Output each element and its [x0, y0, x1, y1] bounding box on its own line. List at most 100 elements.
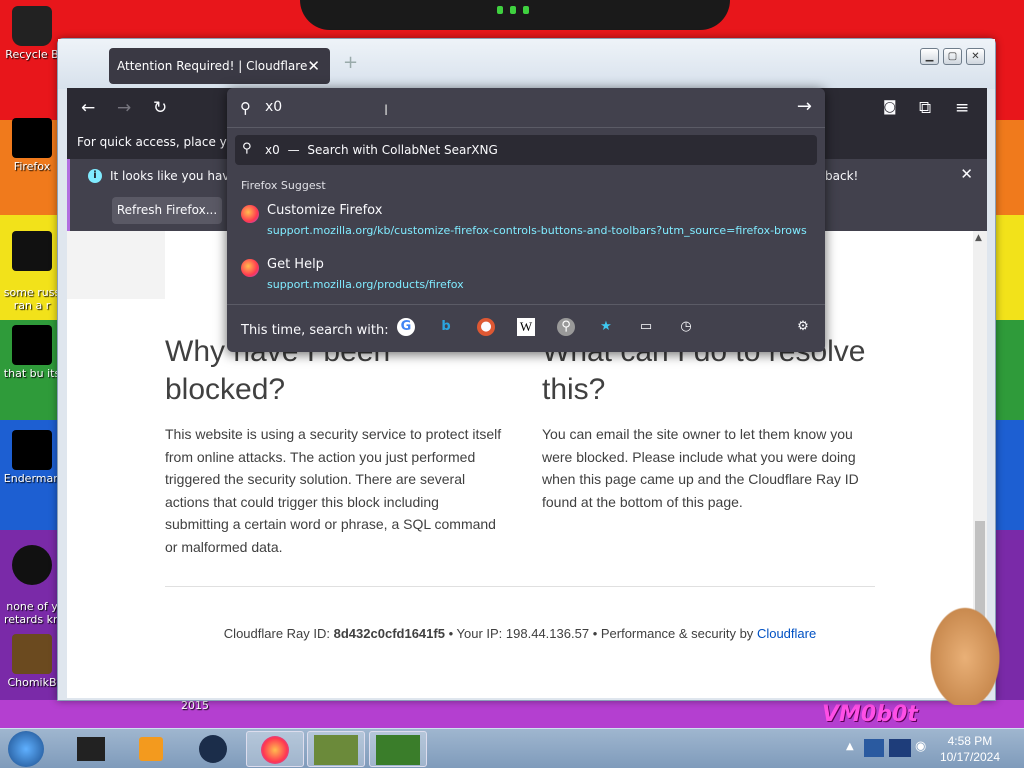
minimize-button[interactable]: ▁	[920, 48, 939, 65]
go-arrow-icon[interactable]: →	[797, 96, 812, 117]
desktop-icon-firefox[interactable]: Firefox	[2, 118, 62, 173]
refresh-firefox-button[interactable]: Refresh Firefox...	[112, 197, 222, 224]
taskbar-chomikbox[interactable]	[307, 731, 365, 767]
pocket-icon[interactable]: ◙	[883, 99, 897, 115]
desktop-icon-label: that bu its	[3, 367, 61, 380]
scroll-up-icon[interactable]: ▲	[975, 233, 982, 243]
firefox-suggest-heading: Firefox Suggest	[241, 179, 326, 192]
firefox-icon	[261, 736, 289, 764]
suggestion-engine: Search with CollabNet SearXNG	[307, 143, 498, 157]
close-window-button[interactable]: ✕	[966, 48, 985, 65]
tray-app-icon[interactable]	[864, 739, 884, 757]
decoration-dot	[510, 6, 516, 14]
url-input[interactable]: x0	[265, 99, 282, 115]
desktop-icon-label: none of y retards kn	[4, 600, 60, 626]
hamster-icon	[314, 735, 358, 765]
search-engine-bar: This time, search with: G b ● W ⚲ ★ ▭ ◷ …	[227, 304, 825, 352]
suggestion-url: support.mozilla.org/products/firefox	[267, 278, 464, 291]
ray-id-label: Cloudflare Ray ID:	[223, 626, 331, 641]
clock-date: 10/17/2024	[939, 750, 1000, 764]
bing-icon[interactable]: b	[437, 318, 455, 336]
recycle-bin-icon	[12, 6, 52, 46]
firefox-icon	[241, 259, 259, 277]
taskbar-firefox[interactable]	[246, 731, 304, 767]
title-bar: Attention Required! | Cloudflare ✕ + ▁ ▢…	[58, 39, 995, 89]
taskbar-app-3[interactable]	[184, 731, 242, 767]
volume-icon[interactable]: ◉	[915, 739, 933, 757]
taskbar-clock[interactable]: 4:58 PM 10/17/2024	[940, 733, 1000, 765]
info-icon: i	[88, 169, 102, 183]
menu-icon[interactable]: ≡	[955, 98, 969, 118]
hamster-icon	[12, 634, 52, 674]
desktop-icon-label: ChomikB	[7, 676, 57, 689]
new-tab-icon[interactable]: +	[343, 52, 358, 73]
desktop-decoration	[300, 0, 730, 30]
settings-icon[interactable]: ⚙	[794, 318, 812, 336]
desktop-icon-label: some russ ran a r	[3, 286, 61, 312]
decoration-dot	[497, 6, 503, 14]
body-resolve: You can email the site owner to let them…	[542, 426, 859, 510]
duckduckgo-icon[interactable]: ●	[477, 318, 495, 336]
search-suggestion-row[interactable]: ⚲ x0 — Search with CollabNet SearXNG	[235, 135, 817, 165]
maximize-button[interactable]: ▢	[943, 48, 962, 65]
desktop-icon-chomikbox[interactable]: ChomikB	[2, 634, 62, 689]
reload-icon[interactable]: ↻	[153, 98, 167, 118]
decoration-dot	[523, 6, 529, 14]
suggestion-title: Get Help	[267, 257, 324, 272]
desktop-icon-opera[interactable]: none of y retards kn	[2, 532, 62, 626]
desktop-icon-folder[interactable]: that bu its	[2, 325, 62, 380]
search-icon: ⚲	[240, 99, 251, 117]
desktop-icon-text-file[interactable]: some russ ran a r	[2, 218, 62, 312]
suggestion-url: support.mozilla.org/kb/customize-firefox…	[267, 224, 807, 237]
tab-title: Attention Required! | Cloudflare	[117, 59, 308, 73]
search-icon: ⚲	[242, 141, 252, 156]
back-icon[interactable]: ←	[81, 98, 95, 118]
suggestion-title: Customize Firefox	[267, 203, 383, 218]
clock-time: 4:58 PM	[947, 734, 993, 748]
media-icon	[139, 737, 163, 761]
bookmarks-icon[interactable]: ★	[597, 318, 615, 336]
desktop-icon-enderman[interactable]: Enderman	[2, 430, 62, 485]
divider	[165, 586, 875, 587]
taskbar-app-1[interactable]	[62, 731, 120, 767]
history-icon[interactable]: ◷	[677, 318, 695, 336]
urlbar-dropdown: ⚲ x0 → ⚲ x0 — Search with CollabNet Sear…	[227, 88, 825, 352]
desktop-icon-recycle-bin[interactable]: Recycle B	[2, 6, 62, 61]
google-icon[interactable]: G	[397, 318, 415, 336]
taskbar-windows-app[interactable]	[369, 731, 427, 767]
cloudflare-link[interactable]: Cloudflare	[757, 626, 816, 641]
searxng-icon[interactable]: ⚲	[557, 318, 575, 336]
network-icon[interactable]	[889, 739, 911, 757]
tab-close-icon[interactable]: ✕	[307, 57, 320, 75]
extensions-icon[interactable]: ⧉	[919, 98, 931, 118]
tab-cloudflare[interactable]: Attention Required! | Cloudflare ✕	[109, 48, 330, 84]
firefox-icon	[12, 118, 52, 158]
cloudflare-footer: Cloudflare Ray ID: 8d432c0cfd1641f5 • Yo…	[223, 626, 817, 641]
suggestion-separator: —	[287, 143, 300, 157]
folder-icon	[12, 325, 52, 365]
wikipedia-icon[interactable]: W	[517, 318, 535, 336]
app-icon	[77, 737, 105, 761]
suggestion-query: x0	[265, 143, 280, 157]
suggestion-get-help[interactable]: Get Help support.mozilla.org/products/fi…	[241, 256, 811, 300]
forward-icon[interactable]: →	[117, 98, 131, 118]
taskbar-media-player[interactable]	[122, 731, 180, 767]
desktop-icon-label: Firefox	[13, 160, 51, 173]
tabs-icon[interactable]: ▭	[637, 318, 655, 336]
hamster-mascot	[925, 600, 1005, 705]
start-button[interactable]	[8, 731, 44, 767]
text-cursor-icon: Ι	[384, 103, 389, 119]
tray-expand-icon[interactable]: ▲	[846, 741, 854, 752]
windows-icon	[376, 735, 420, 765]
url-input-row: ⚲ x0 →	[227, 88, 825, 128]
close-notification-icon[interactable]: ✕	[960, 165, 973, 183]
file-icon	[12, 231, 52, 271]
desktop-icon-label: Recycle B	[5, 48, 59, 61]
desktop-watermark: VM0b0t	[822, 702, 918, 727]
notification-message-tail: back!	[825, 169, 859, 183]
app-icon	[199, 735, 227, 763]
suggestion-customize-firefox[interactable]: Customize Firefox support.mozilla.org/kb…	[241, 202, 811, 246]
performance-label: Performance & security by	[600, 626, 754, 641]
firefox-icon	[241, 205, 259, 223]
ip-value: 198.44.136.57	[505, 626, 590, 641]
